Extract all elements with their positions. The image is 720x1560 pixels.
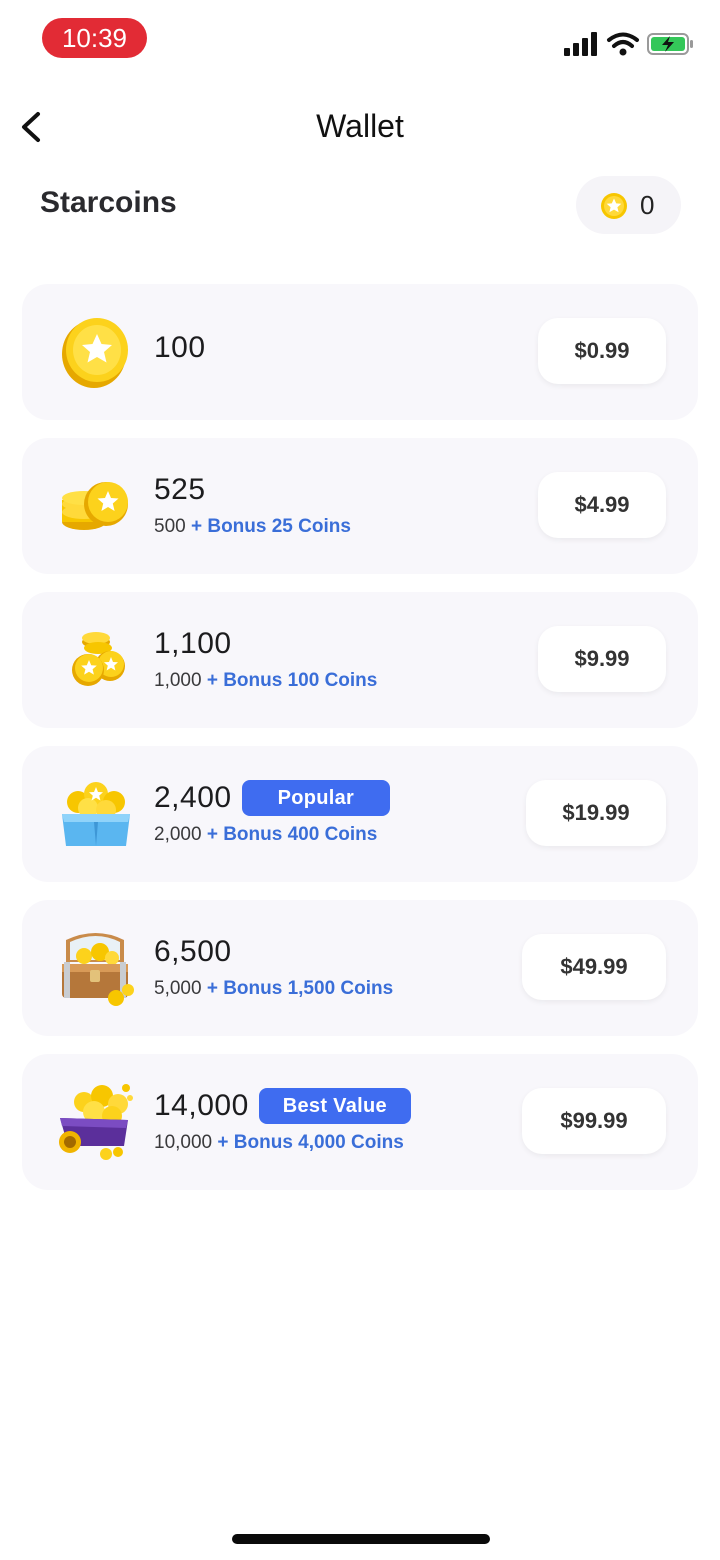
package-breakdown: 5,000 + Bonus 1,500 Coins (154, 978, 393, 1000)
popular-badge: Popular (241, 780, 391, 816)
coin-package-1100[interactable]: 1,100 1,000 + Bonus 100 Coins $9.99 (22, 592, 698, 728)
status-time: 10:39 (42, 18, 147, 58)
balance-value: 0 (640, 190, 655, 220)
coin-package-6500[interactable]: 6,500 5,000 + Bonus 1,500 Coins $49.99 (22, 900, 698, 1036)
coin-stack-icon (62, 482, 128, 530)
package-amount: 525 (154, 473, 206, 506)
package-base: 500 (154, 516, 186, 537)
home-indicator[interactable] (232, 1534, 490, 1544)
coin-pile-icon (72, 632, 125, 686)
package-base: 2,000 (154, 824, 202, 845)
package-amount: 6,500 (154, 935, 232, 968)
treasure-chest-icon (62, 933, 134, 1006)
wifi-icon (607, 32, 639, 56)
cellular-signal-icon (564, 32, 597, 56)
status-bar: 10:39 (0, 0, 720, 80)
price-button[interactable]: $49.99 (522, 934, 666, 1000)
package-amount: 100 (154, 331, 206, 364)
package-bonus: + Bonus 1,500 Coins (206, 978, 394, 999)
package-base: 1,000 (154, 670, 202, 691)
coin-package-14000[interactable]: 14,000 Best Value 10,000 + Bonus 4,000 C… (22, 1054, 698, 1190)
package-bonus: + Bonus 100 Coins (206, 670, 378, 691)
package-base: 5,000 (154, 978, 202, 999)
package-breakdown: 500 + Bonus 25 Coins (154, 516, 351, 538)
package-bonus: + Bonus 4,000 Coins (217, 1132, 404, 1153)
package-amount: 1,100 (154, 627, 232, 660)
price-button[interactable]: $99.99 (522, 1088, 666, 1154)
package-breakdown: 1,000 + Bonus 100 Coins (154, 670, 377, 692)
balance-pill: 0 (576, 176, 681, 234)
price-button[interactable]: $9.99 (538, 626, 666, 692)
wallet-screen: 10:39 Wallet Starcoins 0 100 $0.99 525 5… (0, 0, 720, 1560)
package-bonus: + Bonus 25 Coins (190, 516, 351, 537)
nav-bar: Wallet (0, 94, 720, 160)
price-button[interactable]: $0.99 (538, 318, 666, 384)
best-value-badge: Best Value (258, 1088, 411, 1124)
section-title: Starcoins (40, 186, 177, 219)
coin-package-525[interactable]: 525 500 + Bonus 25 Coins $4.99 (22, 438, 698, 574)
starcoins-header: Starcoins 0 (0, 172, 720, 236)
coin-package-2400[interactable]: 2,400 Popular 2,000 + Bonus 400 Coins $1… (22, 746, 698, 882)
price-button[interactable]: $19.99 (526, 780, 666, 846)
package-amount: 14,000 (154, 1089, 249, 1122)
star-coin-icon (601, 193, 627, 219)
coin-package-list: 100 $0.99 525 500 + Bonus 25 Coins $4.99… (22, 284, 698, 1208)
price-button[interactable]: $4.99 (538, 472, 666, 538)
package-breakdown: 2,000 + Bonus 400 Coins (154, 824, 377, 846)
battery-charging-icon (647, 33, 693, 55)
coin-box-icon (62, 782, 130, 846)
page-title: Wallet (316, 108, 404, 144)
single-star-coin-icon (62, 318, 128, 388)
package-amount: 2,400 (154, 781, 232, 814)
coin-package-100[interactable]: 100 $0.99 (22, 284, 698, 420)
package-bonus: + Bonus 400 Coins (206, 824, 378, 845)
coin-cart-icon (59, 1084, 133, 1160)
package-base: 10,000 (154, 1132, 213, 1153)
package-breakdown: 10,000 + Bonus 4,000 Coins (154, 1132, 404, 1154)
